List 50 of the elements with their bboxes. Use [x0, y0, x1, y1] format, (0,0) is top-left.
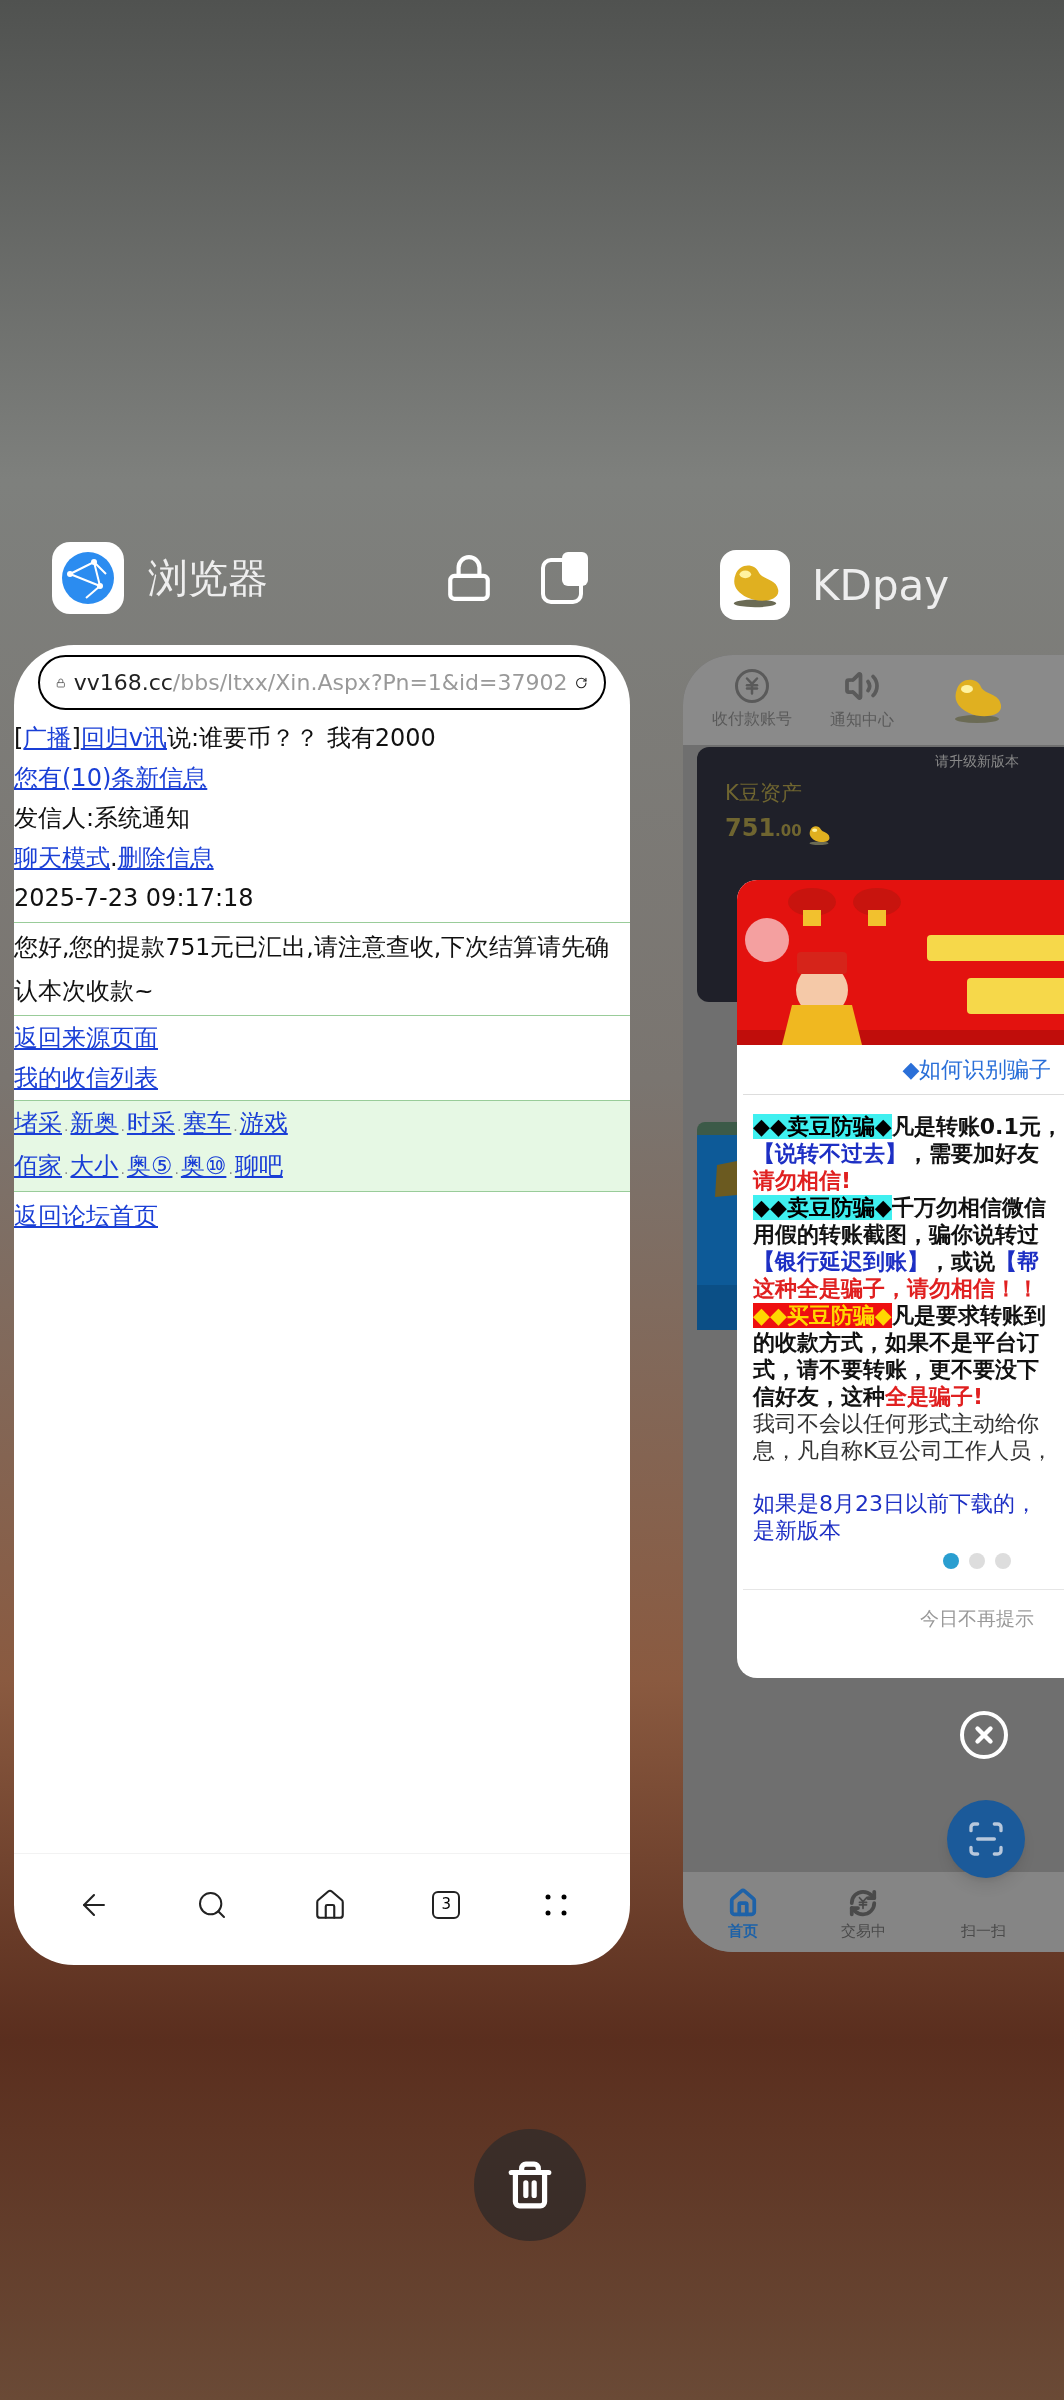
- app-name: KDpay: [812, 559, 950, 612]
- warning-paragraph: 我司不会以任何形式主动给你 息，凡自称K豆公司工作人员，: [753, 1410, 1055, 1464]
- page-link[interactable]: 奥⑤: [126, 1152, 173, 1180]
- popup-title: ◆如何识别骗子: [743, 1045, 1064, 1095]
- page-link[interactable]: 堵采: [14, 1109, 62, 1137]
- page-link[interactable]: 返回论坛首页: [14, 1202, 158, 1230]
- separator-dot: .: [119, 1161, 126, 1177]
- warning-paragraph: 如果是8月23日以前下载的， 是新版本: [753, 1490, 1038, 1541]
- kdpay-app-icon[interactable]: [720, 550, 790, 620]
- split-window-icon[interactable]: [540, 549, 590, 606]
- separator-dot: .: [175, 1118, 183, 1134]
- separator-dot: .: [227, 1161, 234, 1177]
- url-text: vv168.cc/bbs/ltxx/Xin.Aspx?Pn=1&id=37902: [73, 669, 568, 697]
- page-link[interactable]: 佰家: [14, 1152, 62, 1180]
- page-link[interactable]: 大小: [70, 1152, 119, 1180]
- page-link[interactable]: 我的收信列表: [14, 1064, 158, 1092]
- page-link[interactable]: 新奥: [70, 1109, 119, 1137]
- page-link[interactable]: 聊吧: [234, 1152, 283, 1180]
- exchange-icon: [847, 1887, 879, 1918]
- asset-value: 751.00: [725, 812, 802, 844]
- page-link[interactable]: 回归v讯: [80, 724, 167, 752]
- separator-dot: .: [63, 1161, 70, 1177]
- page-link[interactable]: 删除信息: [117, 844, 214, 872]
- page-link[interactable]: 返回来源页面: [14, 1024, 158, 1052]
- broadcast-text: [广播]回归v讯说:谁要币？？ 我有2000: [14, 723, 437, 754]
- page-link[interactable]: 奥⑩: [180, 1152, 227, 1180]
- page-link[interactable]: 时采: [126, 1109, 175, 1137]
- close-popup-button[interactable]: [960, 1711, 1008, 1759]
- message-text: 您好,您的提款751元已汇出,请注意查收,下次结算请先确认本次收款~: [14, 932, 611, 1007]
- upgrade-notice: 请升级新版本: [935, 752, 1019, 771]
- page-link[interactable]: 游戏: [239, 1109, 288, 1137]
- separator-dot: .: [110, 844, 118, 872]
- page-link[interactable]: 塞车: [183, 1109, 232, 1137]
- separator-dot: .: [119, 1118, 126, 1134]
- sender-text: 发信人:系统通知: [14, 803, 192, 834]
- page-link[interactable]: 广播: [23, 724, 72, 752]
- separator-dot: .: [173, 1161, 180, 1177]
- separator-dot: .: [63, 1118, 70, 1134]
- yen-coin-icon: [735, 669, 769, 703]
- page-link[interactable]: 聊天模式: [14, 844, 110, 872]
- separator-dot: .: [232, 1118, 239, 1134]
- browser-app-icon[interactable]: [52, 541, 124, 614]
- tabs-button[interactable]: 3: [432, 1890, 461, 1919]
- more-icon[interactable]: [545, 1893, 568, 1916]
- app-name: 浏览器: [148, 553, 268, 603]
- address-bar[interactable]: vv168.cc/bbs/ltxx/Xin.Aspx?Pn=1&id=37902: [38, 655, 606, 710]
- asset-label: K豆资产: [725, 780, 803, 807]
- timestamp: 2025-7-23 09:17:18: [14, 883, 255, 914]
- scan-icon: [966, 1819, 1006, 1859]
- page-link[interactable]: 您有(10)条新信息: [14, 764, 208, 792]
